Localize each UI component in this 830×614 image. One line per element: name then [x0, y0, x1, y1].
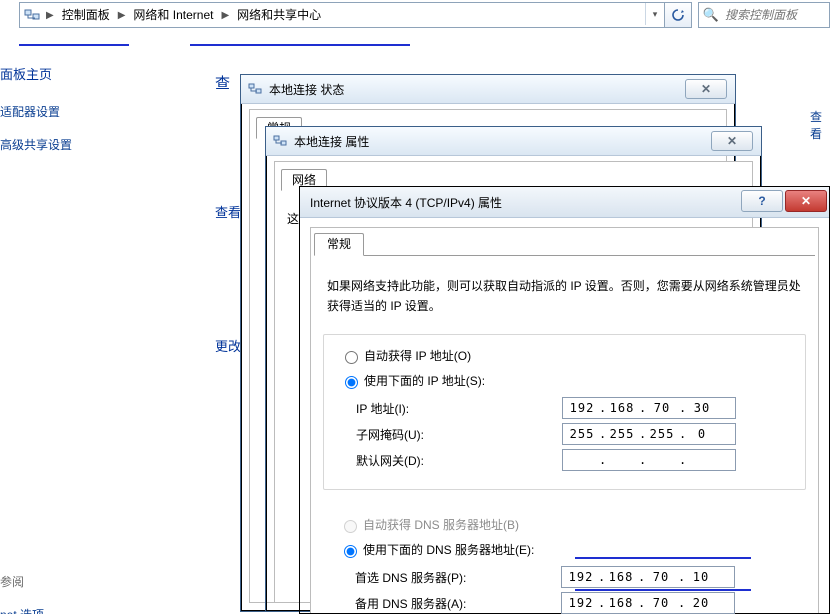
main-link-change: 更改 — [215, 336, 241, 355]
subnet-mask-input[interactable]: 255. 255. 255. 0 — [562, 423, 736, 445]
ip-octet[interactable]: 192 — [564, 596, 598, 610]
ip-octet[interactable]: 20 — [684, 596, 718, 610]
ip-address-input[interactable]: 192. 168. 70. 30 — [562, 397, 736, 419]
search-icon: 🔍 — [703, 7, 719, 23]
breadcrumb-bar[interactable]: ▶ 控制面板 ▶ 网络和 Internet ▶ 网络和共享中心 ▾ — [19, 2, 665, 28]
row-default-gateway: 默认网关(D): . . . — [356, 449, 795, 471]
row-dns-primary: 首选 DNS 服务器(P): 192. 168. 70. 10 — [355, 566, 796, 588]
chevron-right-icon: ▶ — [116, 10, 128, 21]
ip-octet[interactable]: 168 — [604, 596, 638, 610]
ip-octet[interactable]: 255 — [565, 427, 599, 441]
network-icon — [272, 133, 288, 149]
dialog-ipv4-properties: Internet 协议版本 4 (TCP/IPv4) 属性 ? ✕ 常规 如果网… — [299, 186, 830, 614]
radio-auto-dns: 自动获得 DNS 服务器地址(B) — [339, 516, 796, 533]
ip-octet[interactable]: 192 — [565, 401, 599, 415]
link-adapter-settings[interactable]: 适配器设置 — [0, 103, 200, 120]
ip-octet[interactable]: 30 — [685, 401, 719, 415]
panel-heading: 面板主页 — [0, 64, 200, 83]
tab-strip: 常规 — [314, 231, 818, 256]
network-icon — [24, 7, 40, 23]
close-button[interactable]: ✕ — [685, 79, 727, 99]
chevron-right-icon: ▶ — [219, 10, 231, 21]
field-label: 备用 DNS 服务器(A): — [355, 595, 561, 612]
row-dns-secondary: 备用 DNS 服务器(A): 192. 168. 70. 20 — [355, 592, 796, 614]
close-button[interactable]: ✕ — [785, 190, 827, 212]
description-text: 如果网络支持此功能，则可以获取自动指派的 IP 设置。否则，您需要从网络系统管理… — [327, 276, 802, 316]
radio-use-ip[interactable]: 使用下面的 IP 地址(S): — [340, 372, 795, 389]
annotation-line — [575, 589, 751, 591]
link-net-options[interactable]: net 选项 — [0, 606, 200, 614]
ip-octet[interactable]: 255 — [605, 427, 639, 441]
radio-auto-ip-input[interactable] — [345, 351, 358, 364]
address-row: ▶ 控制面板 ▶ 网络和 Internet ▶ 网络和共享中心 ▾ 🔍 — [0, 2, 830, 28]
dialog-title: Internet 协议版本 4 (TCP/IPv4) 属性 — [310, 194, 502, 211]
breadcrumb-control-panel[interactable]: 控制面板 — [56, 4, 116, 26]
left-panel: 面板主页 适配器设置 高级共享设置 参阅 net 选项 — [0, 30, 200, 614]
ip-octet[interactable]: 192 — [564, 570, 598, 584]
dns-primary-input[interactable]: 192. 168. 70. 10 — [561, 566, 735, 588]
radio-use-dns-input[interactable] — [344, 545, 357, 558]
dialog-titlebar[interactable]: 本地连接 状态 ✕ — [241, 75, 735, 104]
main-link-view: 查看 — [215, 202, 241, 221]
default-gateway-input[interactable]: . . . — [562, 449, 736, 471]
body-text: 这 — [287, 210, 299, 227]
main-heading: 查 — [215, 72, 230, 93]
dns-group: 自动获得 DNS 服务器地址(B) 使用下面的 DNS 服务器地址(E): 首选… — [323, 504, 806, 614]
radio-auto-ip[interactable]: 自动获得 IP 地址(O) — [340, 347, 795, 364]
radio-label: 使用下面的 IP 地址(S): — [364, 372, 485, 389]
radio-label: 自动获得 IP 地址(O) — [364, 347, 471, 364]
row-subnet-mask: 子网掩码(U): 255. 255. 255. 0 — [356, 423, 795, 445]
ip-octet[interactable]: 0 — [685, 427, 719, 441]
breadcrumb-dropdown[interactable]: ▾ — [645, 3, 664, 25]
dialog-titlebar[interactable]: Internet 协议版本 4 (TCP/IPv4) 属性 ? ✕ — [300, 187, 829, 218]
dns-secondary-input[interactable]: 192. 168. 70. 20 — [561, 592, 735, 614]
ip-octet[interactable]: 10 — [684, 570, 718, 584]
breadcrumb-network-internet[interactable]: 网络和 Internet — [127, 4, 219, 26]
ip-octet[interactable]: 255 — [645, 427, 679, 441]
see-also-label: 参阅 — [0, 573, 200, 590]
ip-octet[interactable]: 70 — [645, 401, 679, 415]
ip-octet[interactable]: 70 — [644, 596, 678, 610]
dialog-titlebar[interactable]: 本地连接 属性 ✕ — [266, 127, 761, 156]
annotation-line — [190, 44, 410, 46]
search-input[interactable] — [723, 7, 829, 23]
ip-octet[interactable]: 168 — [604, 570, 638, 584]
ip-group: 自动获得 IP 地址(O) 使用下面的 IP 地址(S): IP 地址(I): … — [323, 334, 806, 490]
window-root: { "breadcrumb": {"seg1":"控制面板","seg2":"网… — [0, 0, 830, 614]
radio-label: 自动获得 DNS 服务器地址(B) — [363, 516, 519, 533]
annotation-line — [575, 557, 751, 559]
row-ip-address: IP 地址(I): 192. 168. 70. 30 — [356, 397, 795, 419]
search-box[interactable]: 🔍 — [698, 2, 830, 28]
field-label: 默认网关(D): — [356, 452, 562, 469]
tab-general[interactable]: 常规 — [314, 233, 364, 256]
dialog-body: 常规 如果网络支持此功能，则可以获取自动指派的 IP 设置。否则，您需要从网络系… — [310, 227, 819, 613]
field-label: 首选 DNS 服务器(P): — [355, 569, 561, 586]
field-label: 子网掩码(U): — [356, 426, 562, 443]
close-button[interactable]: ✕ — [711, 131, 753, 151]
radio-auto-dns-input — [344, 520, 357, 533]
link-advanced-sharing[interactable]: 高级共享设置 — [0, 136, 200, 153]
ip-octet[interactable]: 168 — [605, 401, 639, 415]
tab-divider — [314, 255, 815, 256]
dialog-title: 本地连接 状态 — [269, 81, 344, 98]
radio-use-ip-input[interactable] — [345, 376, 358, 389]
radio-use-dns[interactable]: 使用下面的 DNS 服务器地址(E): — [339, 541, 796, 558]
radio-label: 使用下面的 DNS 服务器地址(E): — [363, 541, 534, 558]
field-label: IP 地址(I): — [356, 400, 562, 417]
chevron-right-icon: ▶ — [44, 10, 56, 21]
refresh-button[interactable] — [664, 2, 692, 28]
help-button[interactable]: ? — [741, 190, 783, 212]
ip-octet[interactable]: 70 — [644, 570, 678, 584]
right-link[interactable]: 查看 — [810, 108, 830, 142]
network-icon — [247, 81, 263, 97]
dialog-title: 本地连接 属性 — [294, 133, 369, 150]
breadcrumb-sharing-center[interactable]: 网络和共享中心 — [231, 4, 327, 26]
